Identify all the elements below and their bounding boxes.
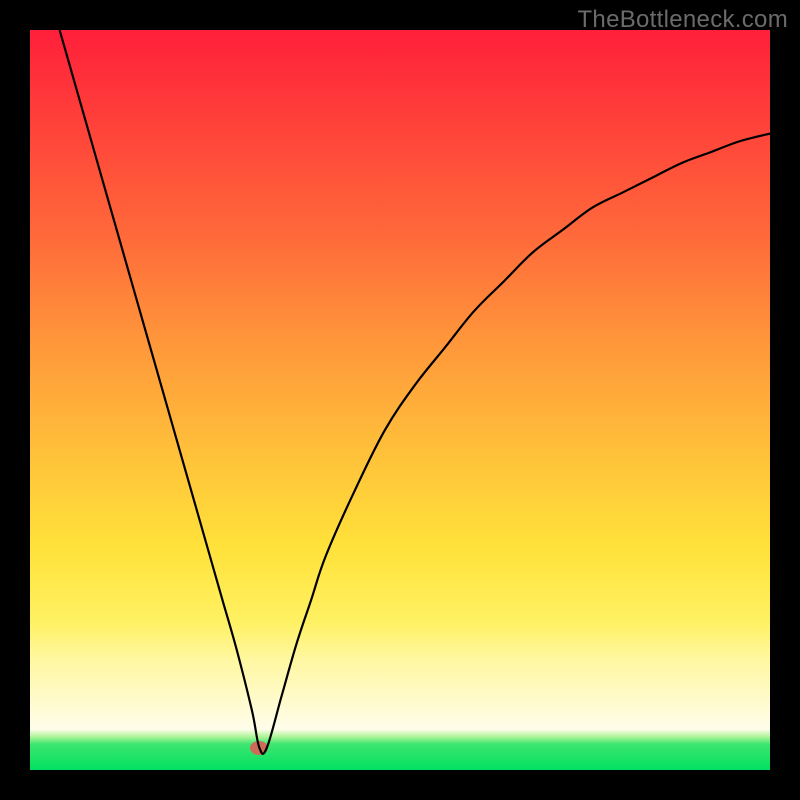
plot-area [30, 30, 770, 770]
bottleneck-curve [30, 30, 770, 770]
chart-frame: TheBottleneck.com [0, 0, 800, 800]
watermark-text: TheBottleneck.com [577, 6, 788, 34]
